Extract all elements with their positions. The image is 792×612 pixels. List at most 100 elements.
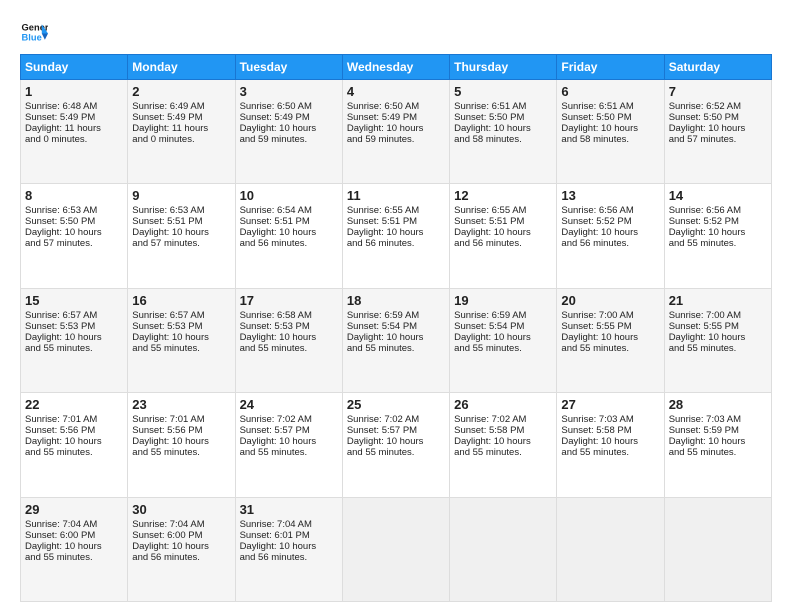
- day-info-line: Daylight: 10 hours: [669, 436, 767, 447]
- day-info-line: and 55 minutes.: [25, 447, 123, 458]
- calendar: SundayMondayTuesdayWednesdayThursdayFrid…: [20, 54, 772, 602]
- day-number: 10: [240, 188, 338, 203]
- day-info-line: Daylight: 10 hours: [25, 541, 123, 552]
- day-info-line: Sunrise: 6:49 AM: [132, 101, 230, 112]
- calendar-cell: 1Sunrise: 6:48 AMSunset: 5:49 PMDaylight…: [21, 80, 128, 184]
- day-info-line: Sunset: 5:49 PM: [347, 112, 445, 123]
- day-info-line: Sunset: 5:49 PM: [25, 112, 123, 123]
- day-info-line: Sunset: 5:50 PM: [454, 112, 552, 123]
- day-header-saturday: Saturday: [664, 55, 771, 80]
- day-info-line: Sunrise: 6:53 AM: [132, 205, 230, 216]
- day-info-line: Sunrise: 7:00 AM: [669, 310, 767, 321]
- calendar-cell: [342, 497, 449, 601]
- day-info-line: Sunset: 5:56 PM: [132, 425, 230, 436]
- day-info-line: Daylight: 10 hours: [454, 436, 552, 447]
- day-info-line: and 59 minutes.: [347, 134, 445, 145]
- day-number: 9: [132, 188, 230, 203]
- day-number: 22: [25, 397, 123, 412]
- day-info-line: and 55 minutes.: [669, 343, 767, 354]
- day-info-line: Sunrise: 6:59 AM: [347, 310, 445, 321]
- day-info-line: and 55 minutes.: [561, 343, 659, 354]
- day-number: 13: [561, 188, 659, 203]
- day-info-line: Sunset: 5:53 PM: [240, 321, 338, 332]
- day-number: 2: [132, 84, 230, 99]
- calendar-cell: 29Sunrise: 7:04 AMSunset: 6:00 PMDayligh…: [21, 497, 128, 601]
- day-info-line: Sunset: 5:51 PM: [132, 216, 230, 227]
- day-number: 31: [240, 502, 338, 517]
- day-info-line: and 55 minutes.: [25, 552, 123, 563]
- day-info-line: and 56 minutes.: [561, 238, 659, 249]
- day-info-line: Daylight: 10 hours: [454, 123, 552, 134]
- day-info-line: Sunrise: 7:00 AM: [561, 310, 659, 321]
- day-info-line: Daylight: 10 hours: [454, 227, 552, 238]
- week-row-5: 29 Sunrise: 7:04 AM Sunset: 6:00 PM Dayligh…: [21, 497, 772, 601]
- day-number: 20: [561, 293, 659, 308]
- day-number: 24: [240, 397, 338, 412]
- day-info-line: and 56 minutes.: [132, 552, 230, 563]
- day-number: 16: [132, 293, 230, 308]
- day-info-line: and 57 minutes.: [669, 134, 767, 145]
- day-info-line: Sunrise: 7:03 AM: [669, 414, 767, 425]
- day-info-line: Sunset: 5:50 PM: [669, 112, 767, 123]
- day-info-line: Sunset: 5:50 PM: [561, 112, 659, 123]
- day-info-line: Sunrise: 6:55 AM: [454, 205, 552, 216]
- week-row-3: 15Sunrise: 6:57 AMSunset: 5:53 PMDayligh…: [21, 288, 772, 392]
- calendar-cell: 27Sunrise: 7:03 AMSunset: 5:58 PMDayligh…: [557, 393, 664, 497]
- day-info-line: Sunset: 5:56 PM: [25, 425, 123, 436]
- calendar-cell: 22Sunrise: 7:01 AMSunset: 5:56 PMDayligh…: [21, 393, 128, 497]
- day-number: 17: [240, 293, 338, 308]
- day-info-line: and 0 minutes.: [25, 134, 123, 145]
- calendar-cell: 13Sunrise: 6:56 AMSunset: 5:52 PMDayligh…: [557, 184, 664, 288]
- day-info-line: Sunrise: 7:01 AM: [132, 414, 230, 425]
- day-info-line: and 59 minutes.: [240, 134, 338, 145]
- day-header-monday: Monday: [128, 55, 235, 80]
- day-number: 1: [25, 84, 123, 99]
- week-row-2: 8Sunrise: 6:53 AMSunset: 5:50 PMDaylight…: [21, 184, 772, 288]
- day-info-line: Sunrise: 6:50 AM: [240, 101, 338, 112]
- day-number: 28: [669, 397, 767, 412]
- calendar-cell: 7Sunrise: 6:52 AMSunset: 5:50 PMDaylight…: [664, 80, 771, 184]
- day-info-line: Daylight: 10 hours: [25, 332, 123, 343]
- day-info-line: Sunrise: 7:03 AM: [561, 414, 659, 425]
- calendar-cell: 2Sunrise: 6:49 AMSunset: 5:49 PMDaylight…: [128, 80, 235, 184]
- day-info-line: and 55 minutes.: [25, 343, 123, 354]
- calendar-cell: 30Sunrise: 7:04 AMSunset: 6:00 PMDayligh…: [128, 497, 235, 601]
- day-info-line: Sunset: 6:01 PM: [240, 530, 338, 541]
- day-info-line: and 55 minutes.: [347, 343, 445, 354]
- day-info-line: Sunrise: 6:57 AM: [25, 310, 123, 321]
- calendar-cell: [557, 497, 664, 601]
- day-info-line: and 0 minutes.: [132, 134, 230, 145]
- calendar-cell: 17Sunrise: 6:58 AMSunset: 5:53 PMDayligh…: [235, 288, 342, 392]
- day-info-line: Daylight: 10 hours: [347, 123, 445, 134]
- day-info-line: and 57 minutes.: [25, 238, 123, 249]
- calendar-cell: 8Sunrise: 6:53 AMSunset: 5:50 PMDaylight…: [21, 184, 128, 288]
- day-info-line: and 55 minutes.: [240, 447, 338, 458]
- day-info-line: and 55 minutes.: [669, 238, 767, 249]
- calendar-cell: 31Sunrise: 7:04 AMSunset: 6:01 PMDayligh…: [235, 497, 342, 601]
- day-info-line: Sunrise: 6:54 AM: [240, 205, 338, 216]
- calendar-cell: 4Sunrise: 6:50 AMSunset: 5:49 PMDaylight…: [342, 80, 449, 184]
- day-info-line: Sunrise: 6:48 AM: [25, 101, 123, 112]
- day-info-line: Daylight: 10 hours: [132, 436, 230, 447]
- day-info-line: Sunset: 5:49 PM: [132, 112, 230, 123]
- day-info-line: Daylight: 10 hours: [347, 227, 445, 238]
- day-info-line: Daylight: 10 hours: [561, 436, 659, 447]
- day-info-line: and 55 minutes.: [669, 447, 767, 458]
- calendar-cell: 28Sunrise: 7:03 AMSunset: 5:59 PMDayligh…: [664, 393, 771, 497]
- day-header-tuesday: Tuesday: [235, 55, 342, 80]
- day-info-line: Sunrise: 6:56 AM: [669, 205, 767, 216]
- day-info-line: Daylight: 10 hours: [347, 436, 445, 447]
- day-info-line: Sunset: 5:49 PM: [240, 112, 338, 123]
- day-header-thursday: Thursday: [450, 55, 557, 80]
- day-number: 29: [25, 502, 123, 517]
- day-info-line: Sunset: 5:51 PM: [347, 216, 445, 227]
- day-number: 14: [669, 188, 767, 203]
- day-info-line: Sunset: 6:00 PM: [132, 530, 230, 541]
- day-info-line: Daylight: 10 hours: [240, 541, 338, 552]
- day-info-line: Daylight: 10 hours: [561, 332, 659, 343]
- day-info-line: Sunrise: 6:53 AM: [25, 205, 123, 216]
- day-info-line: Sunrise: 6:52 AM: [669, 101, 767, 112]
- calendar-cell: 14Sunrise: 6:56 AMSunset: 5:52 PMDayligh…: [664, 184, 771, 288]
- day-info-line: Sunset: 5:50 PM: [25, 216, 123, 227]
- day-info-line: Sunrise: 7:04 AM: [25, 519, 123, 530]
